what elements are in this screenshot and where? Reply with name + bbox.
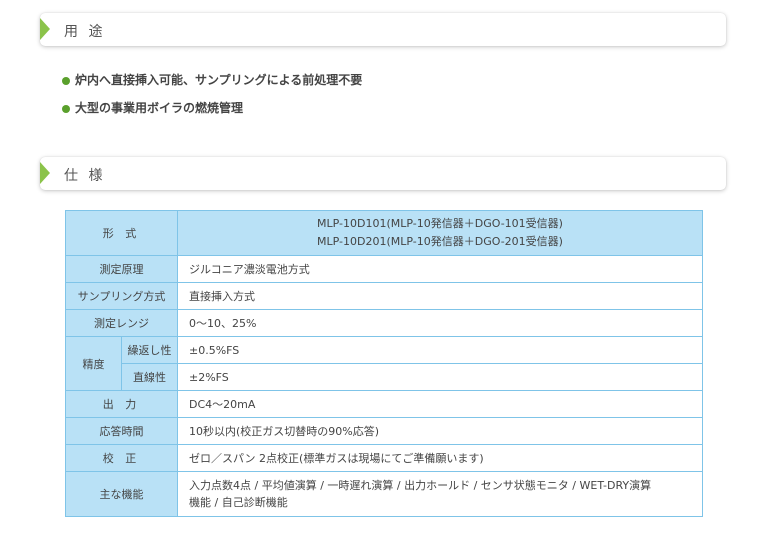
usage-item-text: 大型の事業用ボイラの燃焼管理 (75, 101, 244, 115)
row-label: 測定レンジ (65, 309, 178, 337)
row-label: 校 正 (65, 444, 178, 472)
table-row: 出 力 DC4～20mA (65, 390, 703, 418)
list-item: 炉内へ直接挿入可能、サンプリングによる前処理不要 (62, 66, 362, 94)
features-line-1: 入力点数4点 / 平均値演算 / 一時遅れ演算 / 出力ホールド / センサ状態… (189, 479, 652, 492)
row-value: ゼロ／スパン 2点校正(標準ガスは現場にてご準備願います) (177, 444, 703, 472)
table-row: 直線性 ±2%FS (66, 363, 703, 391)
row-label: 出 力 (65, 390, 178, 418)
row-value: ±2%FS (177, 363, 703, 391)
green-triangle-icon (40, 162, 50, 184)
table-row: 測定レンジ 0～10、25% (65, 309, 703, 337)
features-line-2: 機能 / 自己診断機能 (189, 496, 288, 509)
accuracy-label: 精度 (65, 336, 122, 391)
model-line-1: MLP-10D101(MLP-10発信器＋DGO-101受信器) (317, 217, 563, 230)
table-row: 応答時間 10秒以内(校正ガス切替時の90%応答) (65, 417, 703, 445)
row-value: 10秒以内(校正ガス切替時の90%応答) (177, 417, 703, 445)
spec-table: 形 式 MLP-10D101(MLP-10発信器＋DGO-101受信器) MLP… (65, 210, 703, 517)
row-value: ジルコニア濃淡電池方式 (177, 255, 703, 283)
table-row: 形 式 MLP-10D101(MLP-10発信器＋DGO-101受信器) MLP… (65, 210, 703, 256)
row-label: 測定原理 (65, 255, 178, 283)
bullet-dot-icon (62, 104, 70, 113)
row-label: サンプリング方式 (65, 282, 178, 310)
row-label: 応答時間 (65, 417, 178, 445)
usage-heading: 用 途 (64, 24, 106, 40)
features-value: 入力点数4点 / 平均値演算 / 一時遅れ演算 / 出力ホールド / センサ状態… (177, 471, 703, 517)
model-values: MLP-10D101(MLP-10発信器＋DGO-101受信器) MLP-10D… (177, 210, 703, 256)
row-value: DC4～20mA (177, 390, 703, 418)
features-label: 主な機能 (65, 471, 178, 517)
row-sublabel: 繰返し性 (121, 336, 178, 364)
table-row: サンプリング方式 直接挿入方式 (65, 282, 703, 310)
model-label: 形 式 (65, 210, 178, 256)
usage-heading-bar: 用 途 (40, 13, 726, 46)
spec-heading: 仕 様 (64, 168, 106, 184)
table-row: 校 正 ゼロ／スパン 2点校正(標準ガスは現場にてご準備願います) (65, 444, 703, 472)
bullet-dot-icon (62, 76, 70, 85)
table-row: 精度 繰返し性 ±0.5%FS (65, 336, 703, 391)
table-row: 測定原理 ジルコニア濃淡電池方式 (65, 255, 703, 283)
spec-heading-bar: 仕 様 (40, 157, 726, 190)
usage-list: 炉内へ直接挿入可能、サンプリングによる前処理不要 大型の事業用ボイラの燃焼管理 (62, 66, 362, 122)
usage-item-text: 炉内へ直接挿入可能、サンプリングによる前処理不要 (75, 73, 363, 87)
row-value: ±0.5%FS (177, 336, 703, 364)
table-row: 主な機能 入力点数4点 / 平均値演算 / 一時遅れ演算 / 出力ホールド / … (65, 471, 703, 517)
row-value: 直接挿入方式 (177, 282, 703, 310)
model-line-2: MLP-10D201(MLP-10発信器＋DGO-201受信器) (317, 235, 563, 248)
list-item: 大型の事業用ボイラの燃焼管理 (62, 94, 362, 122)
row-sublabel: 直線性 (121, 363, 178, 391)
row-value: 0～10、25% (177, 309, 703, 337)
green-triangle-icon (40, 18, 50, 40)
